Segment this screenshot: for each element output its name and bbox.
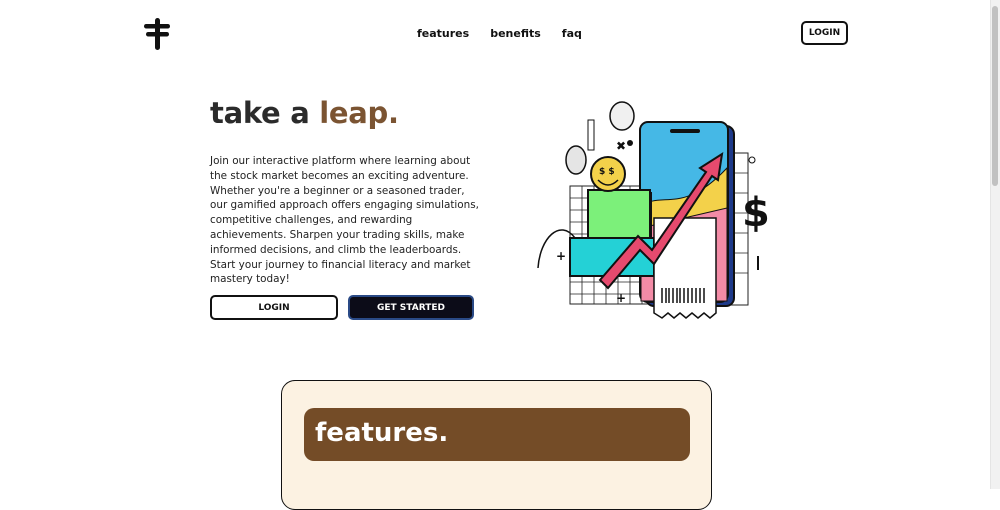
nav-link-features[interactable]: features bbox=[417, 27, 469, 40]
svg-text:✖: ✖ bbox=[616, 139, 626, 153]
nav-link-faq[interactable]: faq bbox=[562, 27, 582, 40]
scrollbar-thumb[interactable] bbox=[992, 6, 998, 186]
page-scrollbar[interactable] bbox=[990, 0, 1000, 489]
hero-title-accent: leap. bbox=[319, 96, 399, 130]
svg-text:+: + bbox=[616, 291, 626, 305]
header-login-button[interactable]: LOGIN bbox=[801, 21, 848, 45]
hero-title-main: take a bbox=[210, 96, 320, 130]
hero-description: Join our interactive platform where lear… bbox=[210, 155, 479, 286]
hero-title: take a leap. bbox=[210, 96, 399, 130]
features-banner: features. bbox=[304, 408, 690, 461]
get-started-button[interactable]: GET STARTED bbox=[348, 295, 474, 320]
svg-text:$ $: $ $ bbox=[599, 167, 615, 177]
main-nav: features benefits faq bbox=[417, 27, 582, 40]
logo-icon[interactable] bbox=[143, 18, 171, 50]
features-heading: features. bbox=[315, 418, 449, 448]
nav-link-benefits[interactable]: benefits bbox=[490, 27, 541, 40]
stock-market-illustration: $ $ ✖ + + $ bbox=[537, 101, 770, 319]
features-section: features. bbox=[281, 380, 712, 510]
dollar-sign: $ bbox=[742, 190, 770, 236]
hero-login-button[interactable]: LOGIN bbox=[210, 295, 338, 320]
svg-text:+: + bbox=[556, 249, 566, 263]
